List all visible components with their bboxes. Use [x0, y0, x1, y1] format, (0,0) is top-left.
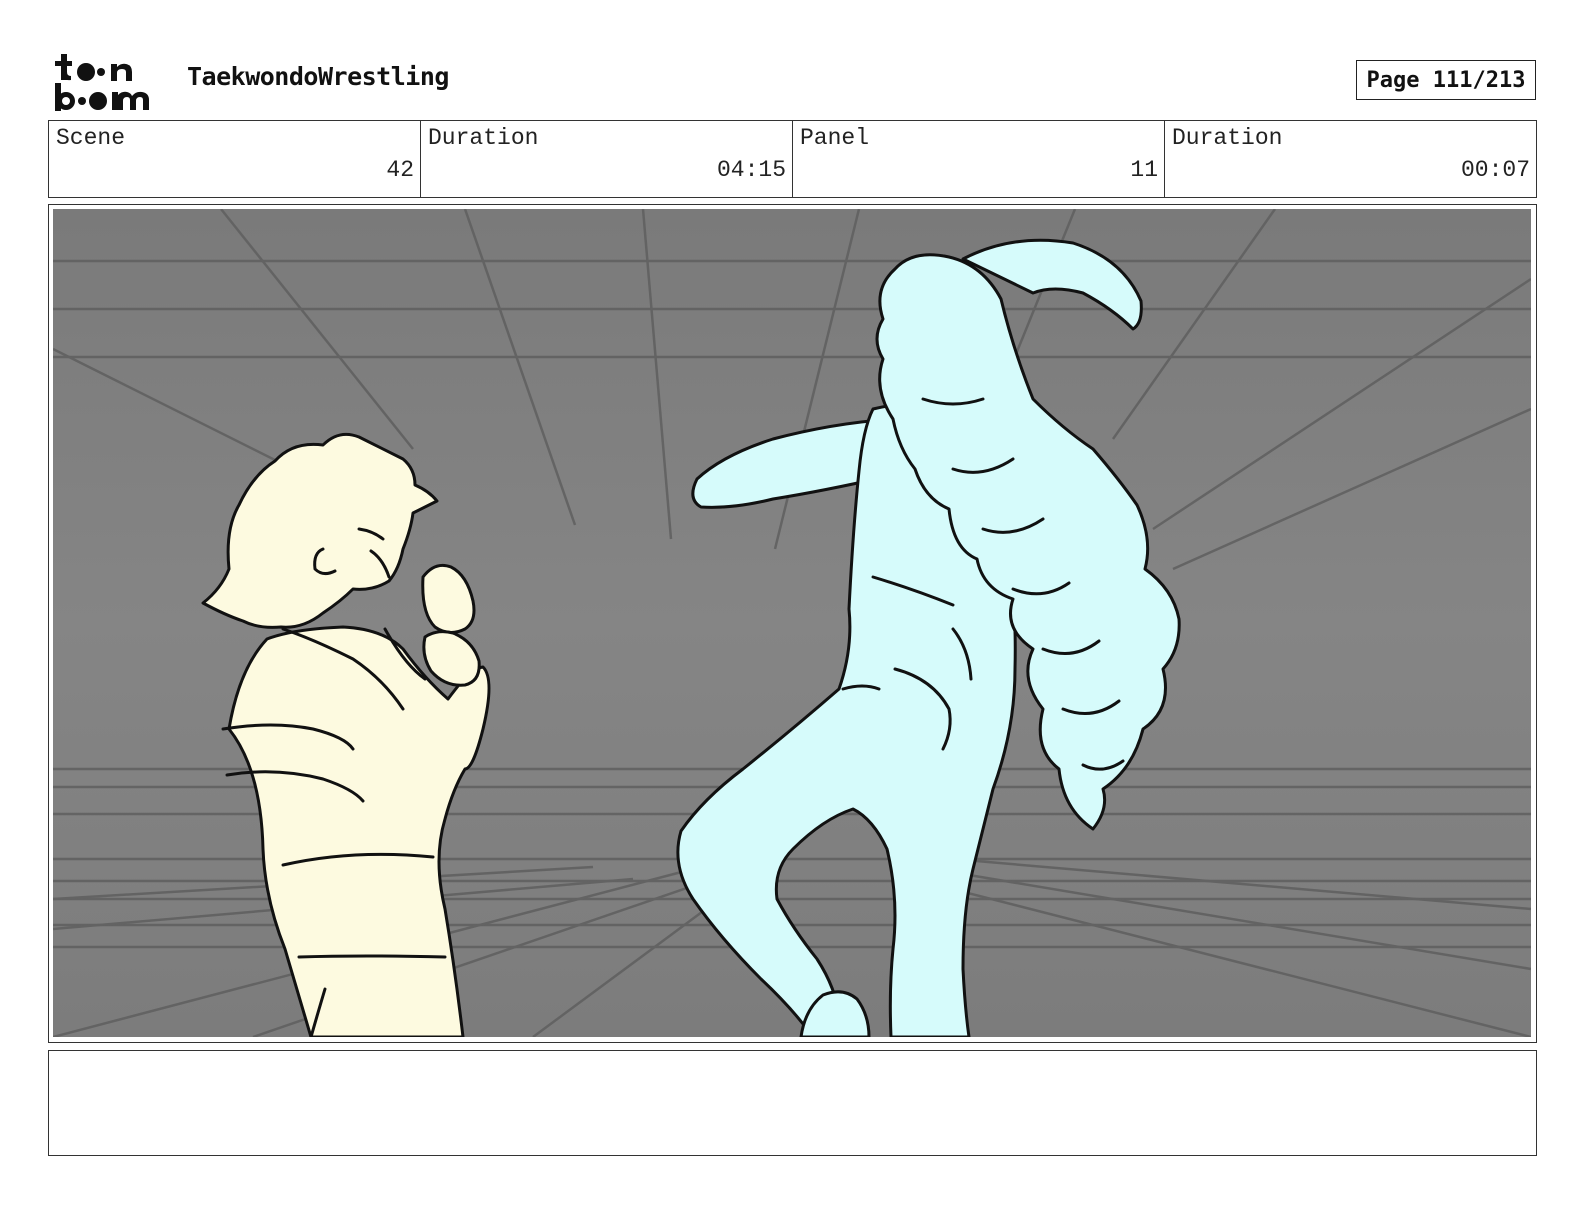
- scene-cell: Scene 42: [49, 121, 421, 197]
- scene-label: Scene: [56, 125, 126, 151]
- panel-label: Panel: [800, 125, 870, 151]
- toon-boom-logo: [55, 54, 149, 111]
- panel-notes-box: [48, 1050, 1537, 1156]
- page-number: Page 111/213: [1356, 60, 1536, 100]
- scene-duration-label: Duration: [428, 125, 539, 151]
- storyboard-panel: [48, 204, 1537, 1043]
- panel-duration-cell: Duration 00:07: [1165, 121, 1536, 197]
- panel-duration-value: 00:07: [1460, 157, 1530, 183]
- panel-info-bar: Scene 42 Duration 04:15 Panel 11 Duratio…: [48, 120, 1537, 198]
- panel-drawing: [53, 209, 1531, 1037]
- panel-cell: Panel 11: [793, 121, 1165, 197]
- scene-duration-cell: Duration 04:15: [421, 121, 793, 197]
- scene-duration-value: 04:15: [716, 157, 786, 183]
- scene-value: 42: [386, 157, 414, 183]
- panel-duration-label: Duration: [1172, 125, 1283, 151]
- project-title: TaekwondoWrestling: [187, 62, 449, 91]
- panel-value: 11: [1130, 157, 1158, 183]
